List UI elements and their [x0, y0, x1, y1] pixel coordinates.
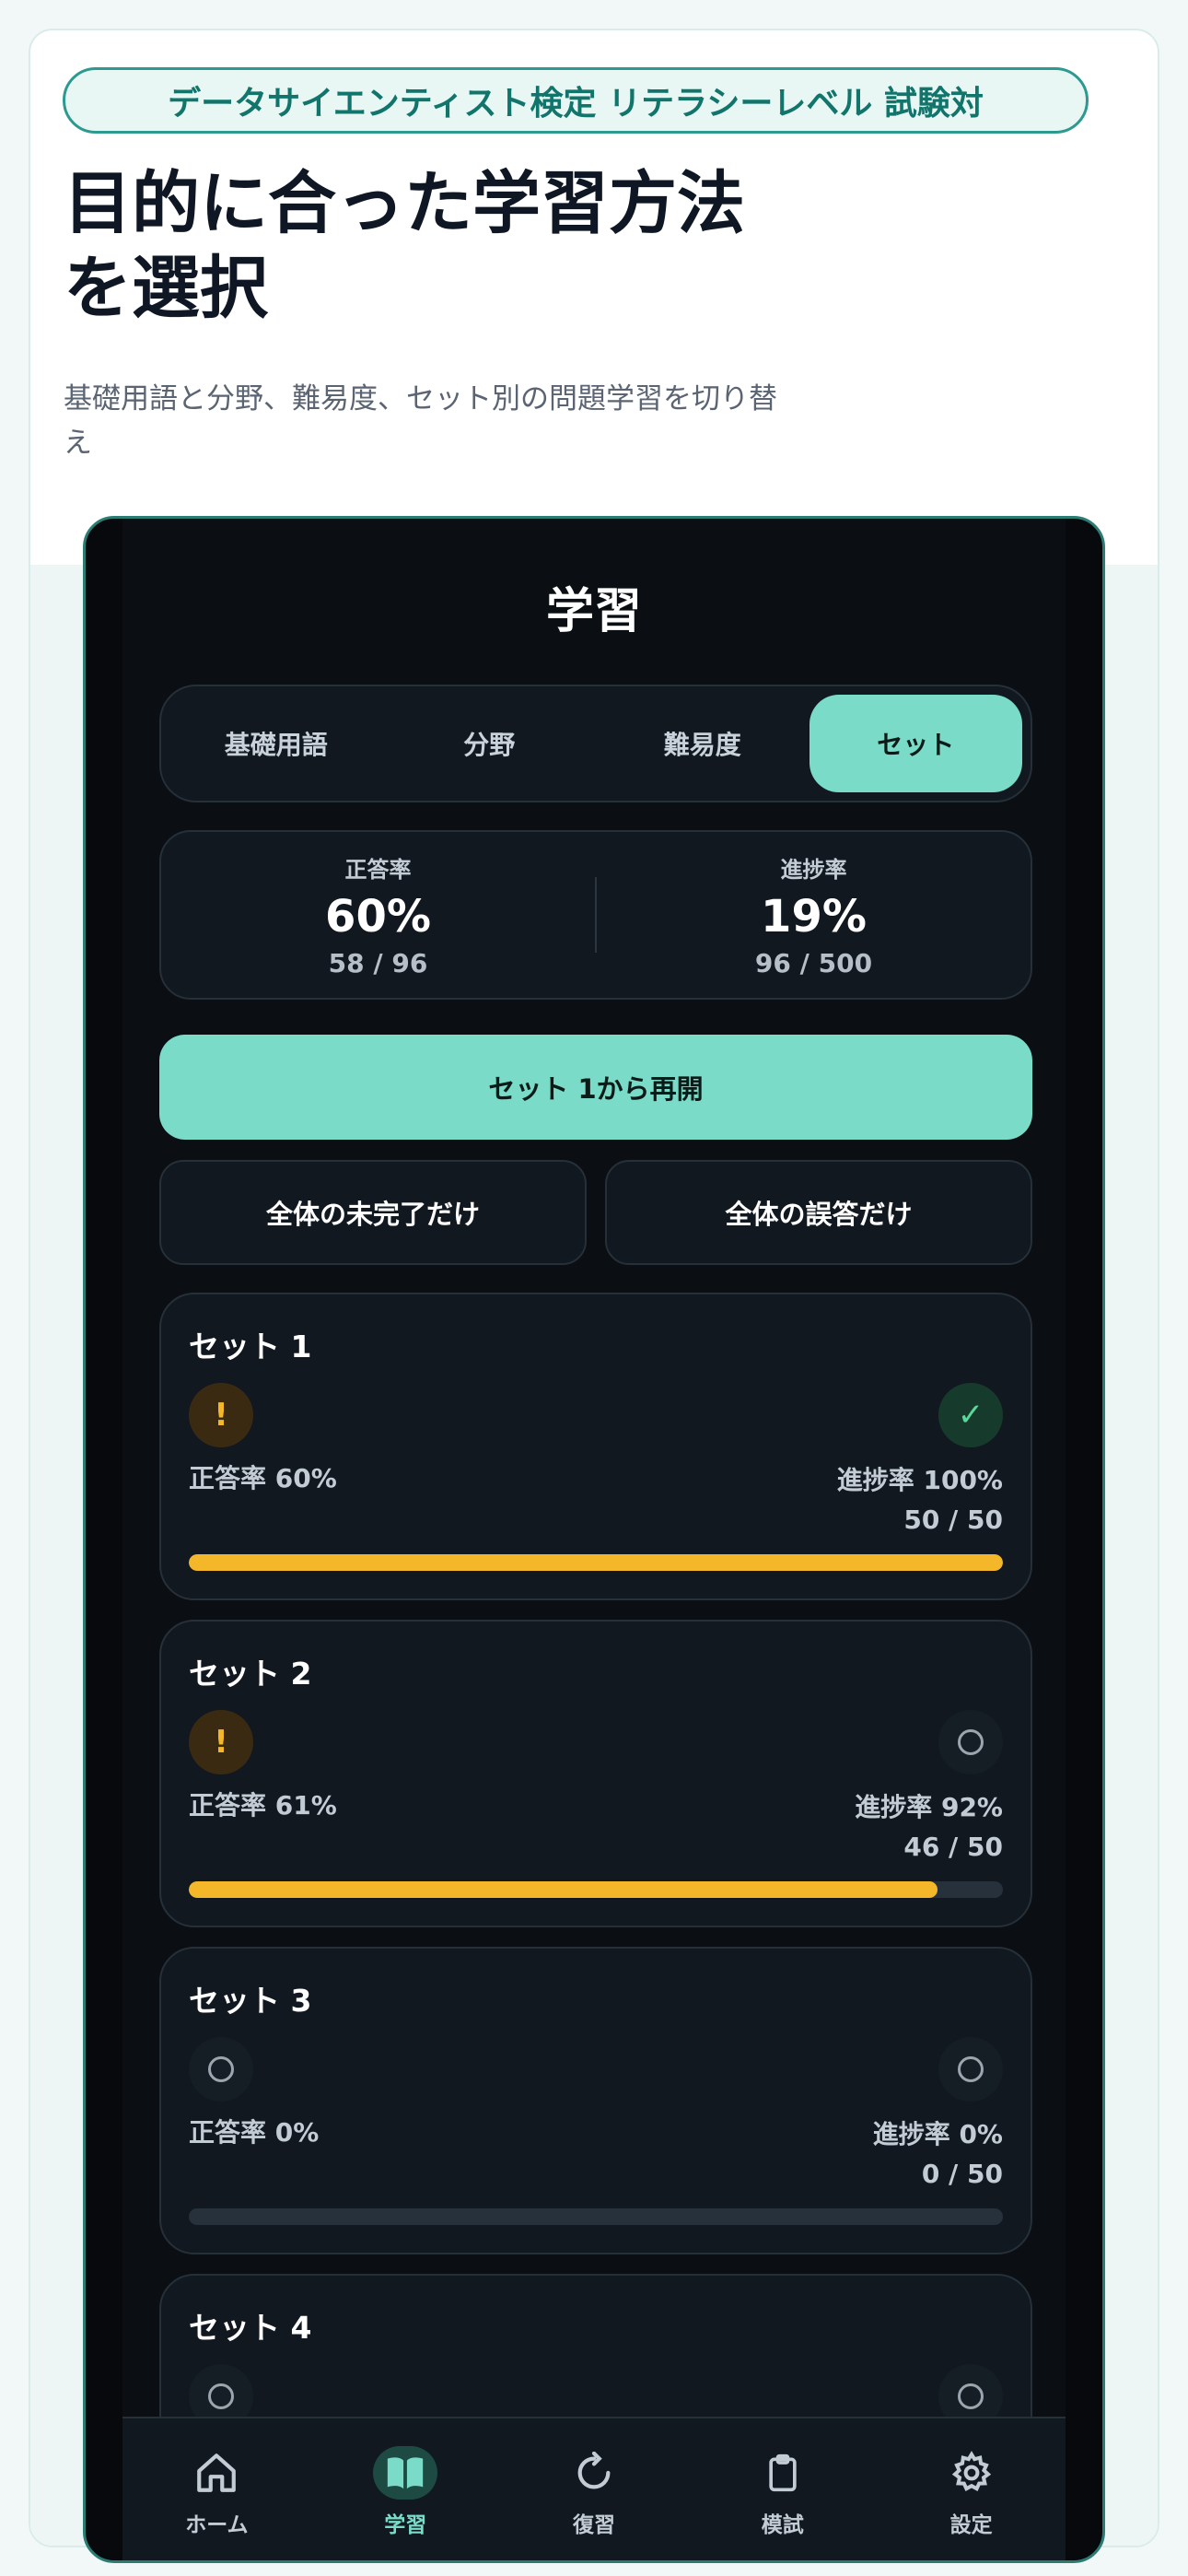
circle-icon [189, 2037, 253, 2102]
phone-frame: 学習 基礎用語 分野 難易度 セット 正答率 60% 58 / 96 進捗率 1… [83, 516, 1105, 2563]
home-icon [184, 2446, 249, 2500]
clipboard-icon [751, 2446, 815, 2500]
set-title: セット 1 [189, 1329, 312, 1364]
page-title: 学習 [545, 584, 642, 639]
set-progress: 進捗率 100% [836, 1465, 1003, 1495]
segment-difficulty[interactable]: 難易度 [596, 695, 809, 792]
set-accuracy: 正答率 60% [189, 1463, 337, 1493]
set-card-1[interactable]: セット 1 ! ✓ 正答率 60% 進捗率 100% 50 / 50 [159, 1293, 1032, 1600]
progress-label: 進捗率 [780, 857, 847, 883]
segment-basic-terms[interactable]: 基礎用語 [169, 695, 383, 792]
exam-title-pill: データサイエンティスト検定 リテラシーレベル 試験対 [63, 67, 1089, 134]
set-title: セット 3 [189, 1983, 312, 2019]
progress-bar-fill [189, 1881, 938, 1898]
set-title: セット 2 [189, 1656, 312, 1692]
stats-panel: 正答率 60% 58 / 96 進捗率 19% 96 / 500 [159, 830, 1032, 1000]
resume-button[interactable]: セット 1から再開 [159, 1035, 1032, 1140]
accuracy-label: 正答率 [344, 857, 412, 883]
circle-icon [938, 2037, 1003, 2102]
segment-field[interactable]: 分野 [383, 695, 597, 792]
tab-mock-exam[interactable]: 模試 [688, 2418, 877, 2560]
refresh-icon [562, 2446, 626, 2500]
set-card-2[interactable]: セット 2 ! 正答率 61% 進捗率 92% 46 / 50 [159, 1620, 1032, 1927]
tab-label: ホーム [185, 2513, 249, 2537]
set-title: セット 4 [189, 2310, 312, 2346]
set-count: 0 / 50 [921, 2159, 1003, 2189]
progress-bar [189, 1554, 1003, 1571]
set-progress: 進捗率 0% [872, 2119, 1003, 2149]
wrong-only-button[interactable]: 全体の誤答だけ [605, 1160, 1032, 1265]
progress-bar-fill [189, 1554, 1003, 1571]
warning-icon: ! [189, 1710, 253, 1774]
book-icon [373, 2446, 438, 2500]
tab-review[interactable]: 復習 [500, 2418, 689, 2560]
progress-value: 19% [761, 891, 867, 943]
tab-home[interactable]: ホーム [122, 2418, 311, 2560]
set-accuracy: 正答率 0% [189, 2117, 320, 2148]
check-icon: ✓ [938, 1383, 1003, 1447]
segment-set[interactable]: セット [809, 695, 1022, 792]
tab-label: 設定 [949, 2513, 993, 2537]
set-accuracy: 正答率 61% [189, 1790, 337, 1821]
tab-label: 模試 [761, 2513, 804, 2537]
progress-count: 96 / 500 [754, 948, 873, 978]
tab-label: 学習 [384, 2513, 427, 2537]
mode-segmented-control: 基礎用語 分野 難易度 セット [159, 685, 1032, 802]
set-count: 46 / 50 [903, 1832, 1003, 1862]
incomplete-only-button[interactable]: 全体の未完了だけ [159, 1160, 587, 1265]
bottom-tab-bar: ホーム 学習 復習 模試 設定 [122, 2417, 1066, 2560]
accuracy-stat: 正答率 60% 58 / 96 [161, 851, 595, 978]
tab-settings[interactable]: 設定 [877, 2418, 1066, 2560]
set-count: 50 / 50 [903, 1505, 1003, 1535]
set-progress: 進捗率 92% [855, 1792, 1003, 1822]
circle-icon [938, 1710, 1003, 1774]
progress-bar [189, 1881, 1003, 1898]
progress-stat: 進捗率 19% 96 / 500 [597, 851, 1031, 978]
headline: 目的に合った学習方法を選択 [64, 164, 745, 328]
tab-label: 復習 [572, 2513, 615, 2537]
accuracy-value: 60% [325, 891, 431, 943]
set-card-3[interactable]: セット 3 正答率 0% 進捗率 0% 0 / 50 [159, 1947, 1032, 2254]
tab-study[interactable]: 学習 [311, 2418, 500, 2560]
progress-bar [189, 2208, 1003, 2225]
warning-icon: ! [189, 1383, 253, 1447]
accuracy-count: 58 / 96 [328, 948, 428, 978]
subtext: 基礎用語と分野、難易度、セット別の問題学習を切り替え [64, 382, 777, 460]
gear-icon [939, 2446, 1004, 2500]
